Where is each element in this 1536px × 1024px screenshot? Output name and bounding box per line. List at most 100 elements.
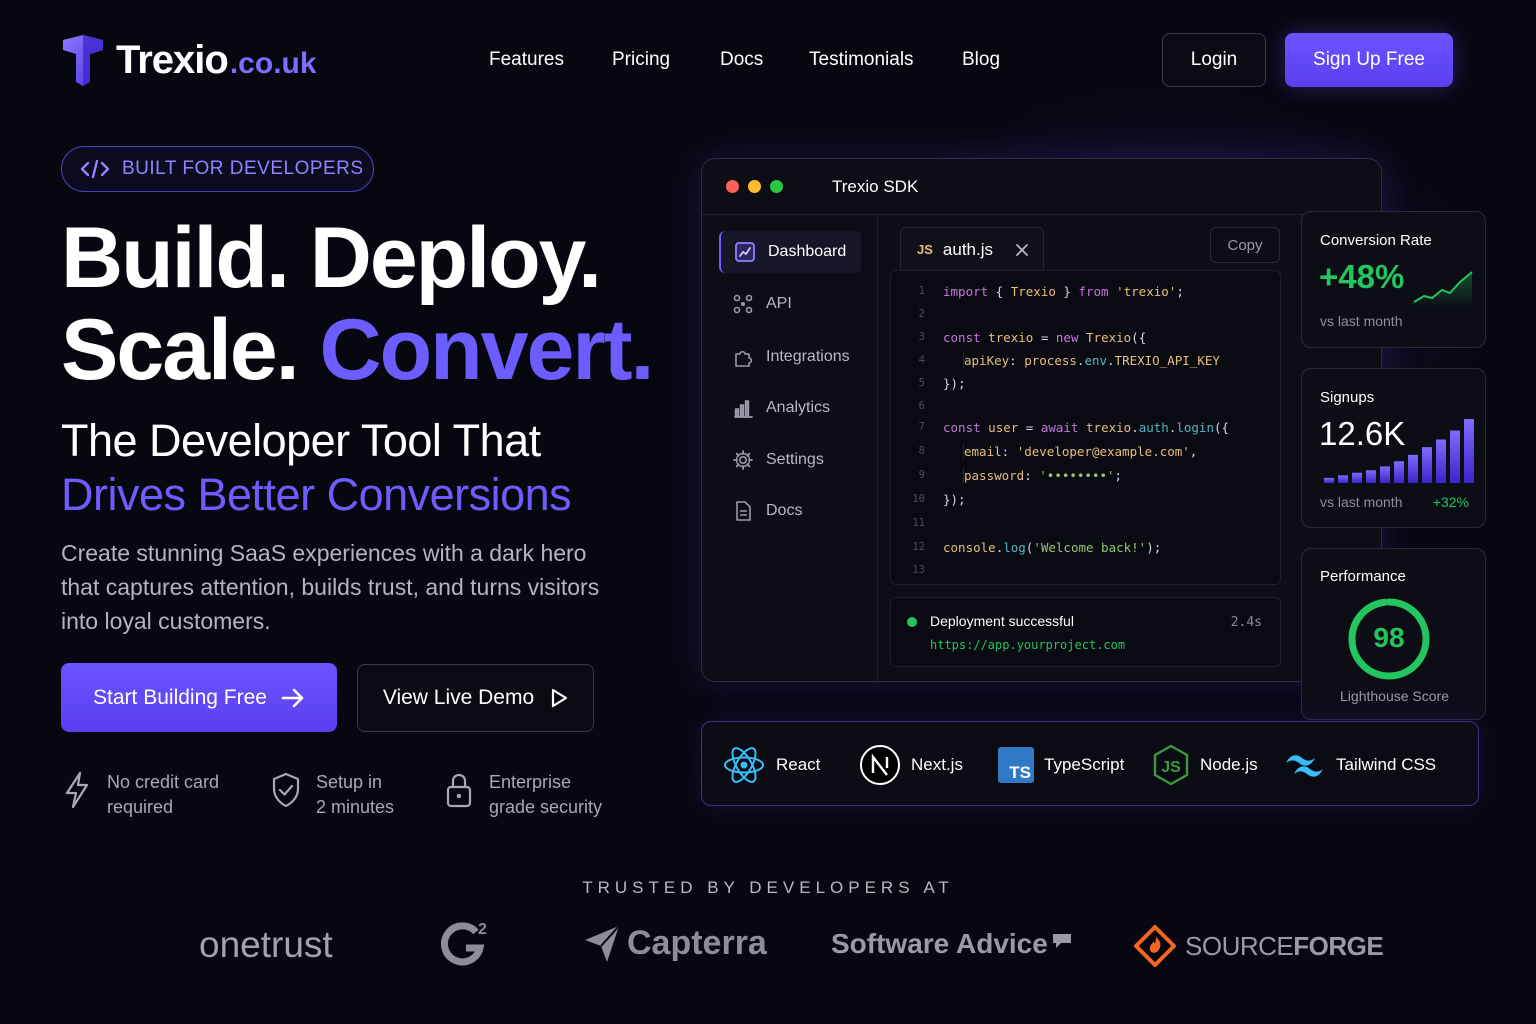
maximize-dot-icon[interactable] (770, 180, 783, 193)
line-number: 8 (918, 445, 925, 457)
sidebar-item-api[interactable]: API (719, 283, 861, 325)
line-number: 13 (912, 564, 925, 576)
api-icon (733, 294, 753, 314)
start-building-label: Start Building Free (93, 685, 267, 709)
nav-blog[interactable]: Blog (962, 49, 1000, 71)
tech-nodejs[interactable]: JS Node.js (1152, 744, 1258, 786)
tech-nextjs[interactable]: Next.js (859, 744, 963, 786)
signups-card: Signups 12.6K vs last month +32% (1301, 368, 1486, 528)
code-token: const (943, 419, 981, 435)
code-token: ({ (1131, 329, 1147, 345)
view-demo-label: View Live Demo (382, 686, 535, 709)
code-token: ; (1176, 283, 1184, 299)
brand-logo[interactable]: Trexio.co.uk (60, 34, 317, 86)
trend-sparkline (1413, 271, 1473, 308)
signups-bar (1408, 454, 1418, 483)
view-demo-button[interactable]: View Live Demo (357, 664, 594, 732)
sidebar-item-docs[interactable]: Docs (719, 490, 861, 532)
code-token: Trexio (1010, 283, 1056, 299)
code-token: , (1189, 443, 1198, 459)
code-token: auth (1138, 419, 1169, 435)
feature-no-card-line1: No credit card (107, 772, 220, 792)
hero-title-scale: Scale. (61, 302, 300, 398)
signups-bar-chart (1324, 419, 1474, 483)
tech-typescript[interactable]: TS TypeScript (998, 744, 1124, 786)
tech-tailwind[interactable]: Tailwind CSS (1282, 744, 1436, 786)
line-number: 3 (918, 331, 925, 343)
nav-testimonials[interactable]: Testimonials (809, 49, 914, 71)
code-token: ); (1146, 539, 1162, 555)
conversion-card: Conversion Rate +48% vs last month (1301, 211, 1486, 348)
lightning-icon (65, 771, 89, 809)
code-token: log (1003, 539, 1026, 555)
minimize-dot-icon[interactable] (748, 180, 761, 193)
nav-docs[interactable]: Docs (720, 49, 763, 71)
hero-subtitle: The Developer Tool That Drives Better Co… (61, 414, 572, 522)
close-icon[interactable] (1015, 243, 1029, 257)
signups-note: vs last month (1320, 494, 1403, 510)
conversion-value: +48% (1319, 258, 1405, 295)
code-token: 'trexio' (1116, 283, 1177, 299)
login-button[interactable]: Login (1162, 33, 1266, 87)
logo-capterra: Capterra (583, 922, 767, 964)
code-token: : (1024, 467, 1040, 483)
deploy-time: 2.4s (1230, 615, 1262, 630)
feature-setup: Setup in 2 minutes (270, 770, 394, 820)
nav-pricing[interactable]: Pricing (612, 49, 670, 71)
tech-react[interactable]: React (722, 744, 820, 786)
code-token: ({ (1214, 419, 1230, 435)
sidebar-item-dashboard[interactable]: Dashboard (719, 231, 861, 273)
sidebar-item-integrations[interactable]: Integrations (719, 336, 861, 378)
sidebar-item-label: API (766, 295, 792, 312)
logo-software-advice: Software Advice (831, 928, 1073, 960)
tech-stack-bar: React Next.js TS TypeScript JS Node.js T… (701, 721, 1479, 806)
line-number: 12 (912, 541, 925, 553)
code-token: new (1055, 329, 1079, 345)
sidebar-item-settings[interactable]: Settings (719, 439, 861, 481)
signup-button[interactable]: Sign Up Free (1285, 33, 1453, 87)
code-token: apiKey (964, 352, 1010, 368)
file-tab-name: auth.js (942, 239, 993, 259)
signups-bar (1324, 477, 1334, 483)
sidebar-item-analytics[interactable]: Analytics (719, 387, 861, 429)
developer-badge: BUILT FOR DEVELOPERS (61, 146, 374, 192)
code-token: '••••••••' (1039, 467, 1115, 483)
g2-superscript: 2 (478, 921, 487, 938)
code-token: = (1018, 419, 1041, 435)
speech-bubble-icon (1052, 934, 1071, 948)
code-token: password (964, 467, 1025, 483)
trexio-logo-icon (63, 35, 103, 86)
signups-bar (1450, 430, 1460, 483)
signups-change: +32% (1432, 494, 1469, 510)
file-tab[interactable]: JS auth.js (900, 227, 1044, 271)
line-number: 6 (918, 400, 925, 412)
code-token: console (943, 539, 996, 555)
code-token: await (1040, 419, 1079, 435)
svg-text:TS: TS (1009, 763, 1031, 782)
code-token: login (1176, 419, 1214, 435)
deploy-status-text: Deployment successful (930, 613, 1074, 629)
copy-button[interactable]: Copy (1210, 227, 1280, 263)
code-token: trexio (1086, 419, 1132, 435)
performance-card: Performance 98 Lighthouse Score (1301, 548, 1486, 720)
deploy-url[interactable]: https://app.yourproject.com (930, 638, 1125, 652)
code-token: env (1084, 352, 1108, 368)
nav-features[interactable]: Features (489, 49, 564, 71)
document-icon (736, 501, 751, 521)
code-editor[interactable]: 1 import { Trexio } from 'trexio'; 2 3 con… (890, 270, 1281, 585)
code-token: { (988, 283, 1011, 299)
logo-sourceforge: SOURCEFORGE (1133, 924, 1384, 968)
conversion-title: Conversion Rate (1320, 232, 1432, 249)
line-number: 1 (918, 285, 925, 297)
code-token: 'Welcome back!' (1033, 539, 1147, 555)
code-token: }); (943, 375, 966, 391)
line-number: 2 (918, 308, 925, 320)
start-building-button[interactable]: Start Building Free (61, 663, 337, 732)
close-dot-icon[interactable] (726, 180, 739, 193)
hero-title-convert: Convert. (319, 302, 655, 398)
g2-logo-icon: 2 (441, 921, 487, 966)
sdk-sidebar: Dashboard API Integrations Analytics Set… (702, 215, 878, 681)
nextjs-icon (860, 745, 900, 785)
arrow-right-icon (281, 688, 304, 707)
